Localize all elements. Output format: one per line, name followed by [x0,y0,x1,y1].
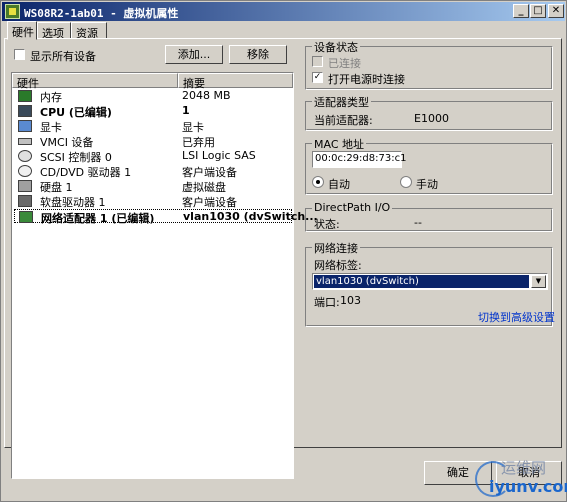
mac-manual-radio[interactable] [400,176,412,188]
vmci-icon [18,138,32,145]
maximize-button[interactable]: □ [530,4,546,18]
floppy-icon [18,195,32,207]
connected-label: 已连接 [328,57,361,70]
network-icon [19,211,33,223]
window-title: WS08R2-1ab01 - 虚拟机属性 [24,7,179,20]
tab-hardware[interactable]: 硬件 [7,21,37,40]
add-button[interactable]: 添加... [165,45,223,64]
connected-checkbox[interactable] [312,56,323,67]
cpu-icon [18,105,32,117]
switch-to-advanced-link[interactable]: 切换到高级设置 [478,309,555,325]
directpath-status-label: 状态: [314,218,340,231]
hardware-row-cpu[interactable]: CPU (已编辑) 1 [14,104,292,119]
close-button[interactable]: ✕ [548,4,564,18]
hardware-row-floppy[interactable]: 软盘驱动器 1 客户端设备 [14,194,292,209]
network-label-selected: vlan1030 (dvSwitch) [314,275,529,288]
network-label-dropdown[interactable]: vlan1030 (dvSwitch) ▼ [312,273,548,290]
hardware-list[interactable]: 硬件 摘要 内存 2048 MB CPU (已编辑) 1 显卡 显卡 VMCI … [11,72,318,479]
site-watermark: 运维网 iyunv.com [471,457,567,501]
network-label-label: 网络标签: [314,259,362,272]
hardware-row-cdrom[interactable]: CD/DVD 驱动器 1 客户端设备 [14,164,292,179]
port-label: 端口: [314,296,340,309]
device-status-group: 设备状态 已连接 ✓ 打开电源时连接 [305,39,553,90]
column-header-hardware[interactable]: 硬件 [12,73,178,90]
scsi-icon [18,150,32,162]
current-adapter-label: 当前适配器: [314,114,373,127]
adapter-type-title: 适配器类型 [312,94,371,110]
tab-options[interactable]: 选项 [37,22,71,40]
show-all-devices-checkbox[interactable] [14,49,25,60]
chevron-down-icon[interactable]: ▼ [531,275,546,288]
mac-address-input[interactable]: 00:0c:29:d8:73:c1 [312,151,406,168]
cdrom-icon [18,165,32,177]
vm-app-icon [5,4,20,19]
watermark-cn-text: 运维网 [501,459,547,477]
mac-manual-label: 手动 [416,178,438,191]
column-header-summary[interactable]: 摘要 [178,73,293,90]
memory-icon [18,90,32,102]
show-all-devices-label: 显示所有设备 [30,50,96,63]
directpath-group: DirectPath I/O 状态: -- [305,201,553,232]
hardware-row-vmci[interactable]: VMCI 设备 已弃用 [14,134,292,149]
power-on-connect-label: 打开电源时连接 [328,73,405,86]
mac-address-title: MAC 地址 [312,136,366,152]
display-icon [18,120,32,132]
power-on-connect-checkbox[interactable]: ✓ [312,72,323,83]
port-value: 103 [340,294,361,307]
hardware-row-memory[interactable]: 内存 2048 MB [14,89,292,104]
current-adapter-value: E1000 [414,112,449,125]
device-status-title: 设备状态 [312,39,360,55]
hardware-tab-panel: 显示所有设备 添加... 移除 硬件 摘要 内存 2048 MB CPU (已编… [4,38,562,479]
vm-properties-window: WS08R2-1ab01 - 虚拟机属性 _ □ ✕ 硬件 选项 资源 显示所有… [0,0,567,502]
hardware-row-hard-disk[interactable]: 硬盘 1 虚拟磁盘 [14,179,292,194]
title-bar[interactable]: WS08R2-1ab01 - 虚拟机属性 _ □ ✕ [2,2,565,21]
directpath-title: DirectPath I/O [312,201,393,214]
adapter-type-group: 适配器类型 当前适配器: E1000 [305,94,553,131]
minimize-button[interactable]: _ [513,4,529,18]
directpath-status-value: -- [414,216,422,229]
hardware-row-video-card[interactable]: 显卡 显卡 [14,119,292,134]
watermark-url-text: iyunv.com [489,477,567,496]
remove-button[interactable]: 移除 [229,45,287,64]
mac-auto-label: 自动 [328,178,350,191]
hardware-row-scsi-controller[interactable]: SCSI 控制器 0 LSI Logic SAS [14,149,292,164]
mac-address-group: MAC 地址 00:0c:29:d8:73:c1 自动 手动 [305,136,553,195]
disk-icon [18,180,32,192]
network-connection-group: 网络连接 网络标签: vlan1030 (dvSwitch) ▼ 端口: 103… [305,240,555,327]
tab-resources[interactable]: 资源 [71,22,107,40]
network-connection-title: 网络连接 [312,240,360,256]
mac-auto-radio[interactable] [312,176,324,188]
hardware-row-network-adapter[interactable]: 网络适配器 1 (已编辑) vlan1030 (dvSwitch... [14,209,318,225]
